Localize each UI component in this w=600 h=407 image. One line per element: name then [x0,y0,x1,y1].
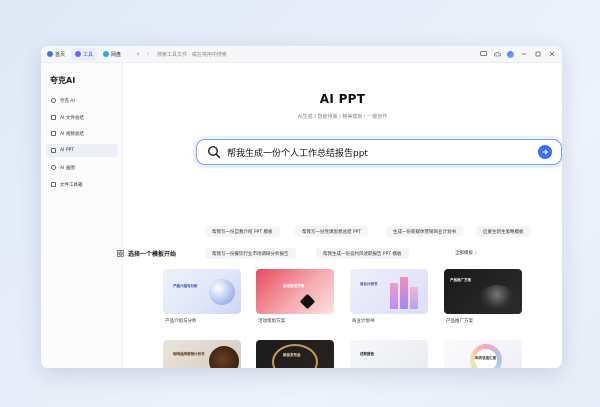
search-icon [207,145,221,159]
address-bar[interactable]: 搜索工具文件 · 或在常用中搜索 [157,51,479,58]
template-card[interactable]: 产品介绍与分析 [163,269,241,314]
sidebar-item-video-summary[interactable]: AI 视频总结 [46,127,118,140]
home-icon [47,51,53,57]
maximize-icon[interactable] [534,50,542,58]
sidebar-item-quark-ai[interactable]: 夸克 AI [46,94,118,107]
arrow-right-icon [542,149,548,155]
window-controls [479,50,556,58]
decor-shape [209,279,235,305]
suggestion-chip[interactable]: 启蒙生新生策略模板 [476,226,531,237]
file-summary-icon [51,115,56,120]
decor-shape [480,285,514,309]
template-section-title: 选择一个模板开始 [117,249,176,258]
search-box[interactable]: 帮我生成一份个人工作总结报告ppt [196,139,562,165]
sidebar: 夸克AI 夸克 AI AI 文件总结 AI 视频总结 AI PPT AI 画图 … [41,63,123,368]
template-card[interactable]: 活动策划方案 [256,269,334,314]
sidebar-item-ai-drawing[interactable]: AI 画图 [46,161,118,174]
template-label: 商业计划书 [352,319,375,324]
quark-ai-icon [51,98,56,103]
sidebar-item-ai-ppt[interactable]: AI PPT [46,144,118,157]
ppt-icon [51,148,56,153]
tab-tools[interactable]: 工具 [71,47,98,61]
back-button[interactable]: ‹ [133,50,143,58]
sidebar-item-file-summary[interactable]: AI 文件总结 [46,111,118,124]
app-window: 首页 工具 网盘 ‹ › 搜索工具文件 · 或在常用中搜索 夸克AI 夸克 AI… [41,46,562,368]
template-card[interactable]: 咖啡品牌营销计划书 [163,340,241,368]
template-label: 产品推广方案 [446,319,473,324]
sidebar-item-file-toolbox[interactable]: 文件工具箱 [46,178,118,191]
decor-shape [410,287,418,309]
video-summary-icon [51,131,56,136]
decor-shape [390,283,398,309]
template-label: 产品介绍与分析 [165,319,197,324]
decor-shape [299,293,316,310]
tab-home[interactable]: 首页 [43,48,69,61]
page-title: AI PPT [319,92,366,106]
chevron-right-icon: › [474,251,477,256]
template-card[interactable]: 产品推广方案 [444,269,522,314]
all-templates-link[interactable]: 全部模板 › [455,250,476,256]
close-icon[interactable] [548,50,556,58]
template-card[interactable]: 述职报告 [350,340,428,368]
suggestion-chip[interactable]: 帮我生成一份竞约风述职报告 PPT 模板 [316,248,409,259]
template-card[interactable]: 商业计划书 [350,269,428,314]
minimize-icon[interactable] [520,50,528,58]
send-button[interactable] [538,145,552,159]
decor-shape [400,277,408,309]
cloud-icon [103,51,110,57]
avatar[interactable] [507,50,514,58]
chat-icon[interactable] [479,50,487,58]
suggestion-chip[interactable]: 生成一份新媒体营销商业计划书 [386,226,463,237]
search-input[interactable]: 帮我生成一份个人工作总结报告ppt [227,146,538,159]
cloud-sync-icon[interactable] [493,50,501,58]
decor-shape [209,346,239,368]
page-subtitle: AI生成 | 智能排版 | 精美模板 | 一键创作 [297,114,388,120]
forward-button[interactable]: › [143,50,153,58]
template-label: 活动策划方案 [258,319,285,324]
template-card[interactable]: 新品发布会 [256,340,334,368]
template-card[interactable]: 年终总结汇报 [444,340,522,368]
suggestion-chip[interactable]: 帮我写一份餐饮行业市场调研分析报告 [205,248,296,259]
grid-icon [117,250,124,257]
brand-title: 夸克AI [50,76,76,85]
suggestion-chip[interactable]: 帮我写一份自我介绍 PPT 模板 [205,226,280,237]
drawing-icon [51,165,56,170]
suggestion-chip[interactable]: 帮我写一份党课思想总结 PPT [295,226,369,237]
top-bar: 首页 工具 网盘 ‹ › 搜索工具文件 · 或在常用中搜索 [41,46,562,63]
tab-cloud[interactable]: 网盘 [99,48,125,61]
toolbox-icon [51,182,56,187]
tools-icon [75,51,82,57]
